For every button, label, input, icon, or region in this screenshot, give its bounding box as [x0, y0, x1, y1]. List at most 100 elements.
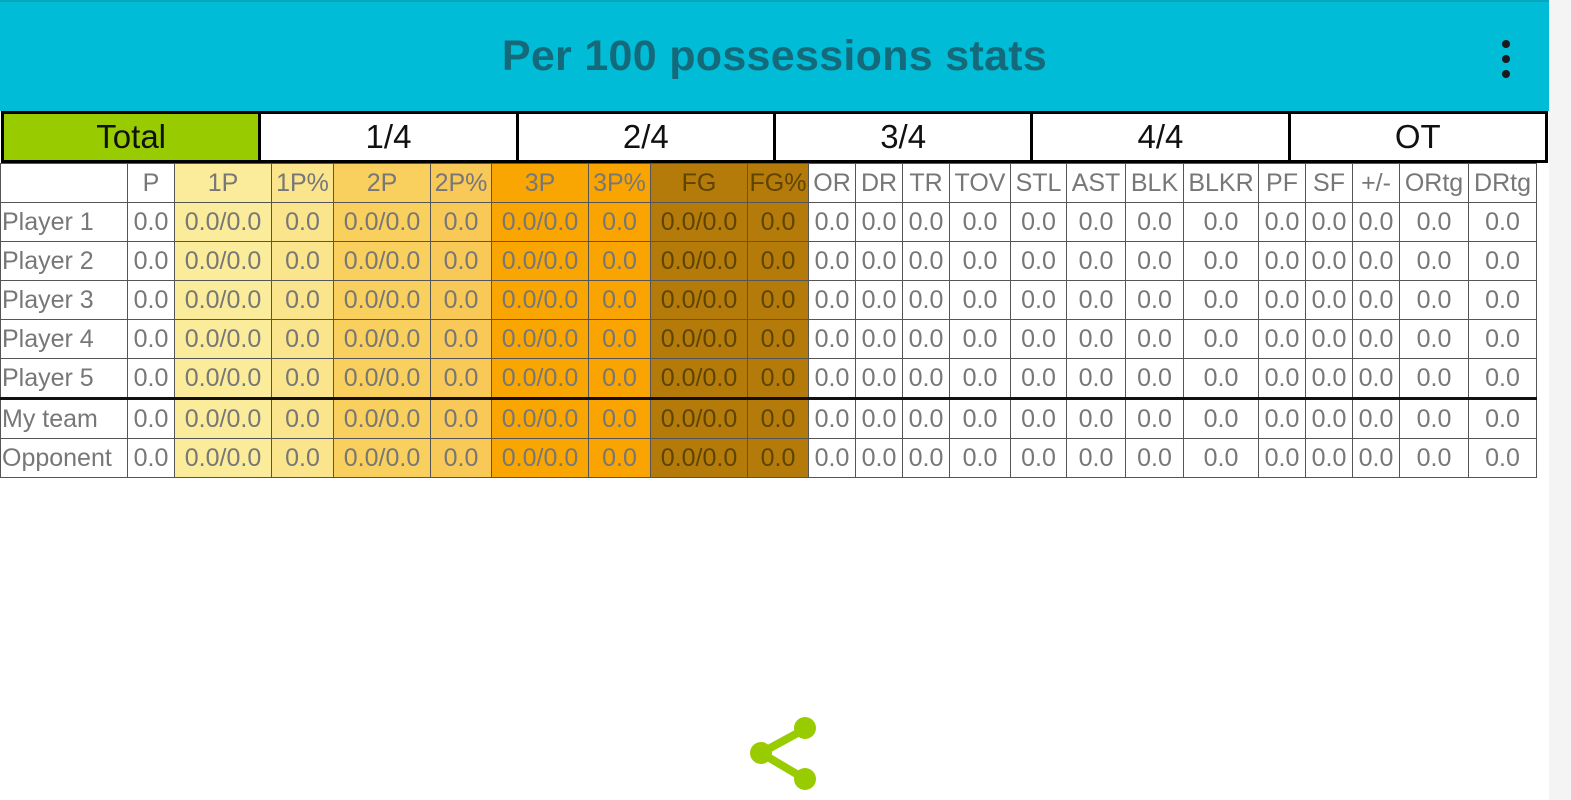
- header-cell-pf: PF: [1258, 163, 1306, 203]
- stat-cell-2p-pct: 0.0: [430, 202, 492, 242]
- stat-cell-pf: 0.0: [1258, 202, 1306, 242]
- header-cell-plus-minus: +/-: [1352, 163, 1400, 203]
- stat-cell-blkr: 0.0: [1183, 397, 1259, 439]
- tab-quarter-2[interactable]: 2/4: [515, 111, 776, 163]
- stat-cell-p: 0.0: [127, 319, 175, 359]
- stat-cell-tr: 0.0: [902, 397, 950, 439]
- stat-cell-1p: 0.0/0.0: [174, 202, 272, 242]
- stat-cell-drtg: 0.0: [1468, 438, 1537, 478]
- stat-cell-fg-pct: 0.0: [747, 358, 809, 399]
- player-row: Player 5 0.0 0.0/0.0 0.0 0.0/0.0 0.0 0.0/0.0 0.…: [0, 358, 1537, 399]
- header-cell-1p-pct: 1P%: [271, 163, 334, 203]
- stat-cell-plus-minus: 0.0: [1352, 280, 1400, 320]
- stat-cell-stl: 0.0: [1010, 358, 1067, 399]
- stat-cell-or: 0.0: [808, 202, 856, 242]
- stat-cell-ast: 0.0: [1066, 202, 1126, 242]
- stat-cell-1p-pct: 0.0: [271, 438, 334, 478]
- stat-cell-blkr: 0.0: [1183, 202, 1259, 242]
- row-name: Player 5: [0, 358, 128, 399]
- stat-cell-plus-minus: 0.0: [1352, 241, 1400, 281]
- stat-cell-2p: 0.0/0.0: [333, 438, 431, 478]
- stat-cell-drtg: 0.0: [1468, 241, 1537, 281]
- stat-cell-fg: 0.0/0.0: [650, 280, 748, 320]
- stats-table: P 1P 1P% 2P 2P% 3P 3P% FG FG% OR DR TR TOV STL AST BLK B…: [0, 163, 1537, 478]
- header-cell-stl: STL: [1010, 163, 1067, 203]
- stat-cell-tov: 0.0: [949, 397, 1011, 439]
- scroll-edge: [1549, 0, 1571, 800]
- stat-cell-stl: 0.0: [1010, 280, 1067, 320]
- stat-cell-1p: 0.0/0.0: [174, 280, 272, 320]
- stat-cell-blkr: 0.0: [1183, 241, 1259, 281]
- stat-cell-pf: 0.0: [1258, 438, 1306, 478]
- tab-quarter-4[interactable]: 4/4: [1030, 111, 1291, 163]
- stat-cell-blk: 0.0: [1125, 319, 1184, 359]
- stat-cell-fg-pct: 0.0: [747, 319, 809, 359]
- stat-cell-1p-pct: 0.0: [271, 319, 334, 359]
- stat-cell-plus-minus: 0.0: [1352, 438, 1400, 478]
- stat-cell-3p-pct: 0.0: [588, 358, 651, 399]
- stat-cell-plus-minus: 0.0: [1352, 319, 1400, 359]
- row-name: Opponent: [0, 438, 128, 478]
- stat-cell-dr: 0.0: [855, 397, 903, 439]
- player-row: Player 1 0.0 0.0/0.0 0.0 0.0/0.0 0.0 0.0/0.0 0.…: [0, 202, 1537, 242]
- more-vert-icon[interactable]: [1494, 40, 1518, 78]
- header-cell-empty: [0, 163, 128, 203]
- stat-cell-ast: 0.0: [1066, 358, 1126, 399]
- stat-cell-fg: 0.0/0.0: [650, 358, 748, 399]
- stat-cell-3p-pct: 0.0: [588, 397, 651, 439]
- header-cell-or: OR: [808, 163, 856, 203]
- header-cell-tov: TOV: [949, 163, 1011, 203]
- stat-cell-fg-pct: 0.0: [747, 397, 809, 439]
- stat-cell-sf: 0.0: [1305, 241, 1353, 281]
- header-cell-sf: SF: [1305, 163, 1353, 203]
- stat-cell-blk: 0.0: [1125, 241, 1184, 281]
- header-cell-blkr: BLKR: [1183, 163, 1259, 203]
- stat-cell-1p-pct: 0.0: [271, 397, 334, 439]
- stat-cell-2p-pct: 0.0: [430, 241, 492, 281]
- stat-cell-1p: 0.0/0.0: [174, 358, 272, 399]
- stat-cell-blkr: 0.0: [1183, 280, 1259, 320]
- stat-cell-2p-pct: 0.0: [430, 319, 492, 359]
- stat-cell-pf: 0.0: [1258, 280, 1306, 320]
- header-cell-dr: DR: [855, 163, 903, 203]
- stat-cell-tov: 0.0: [949, 438, 1011, 478]
- stat-cell-3p-pct: 0.0: [588, 438, 651, 478]
- stat-cell-or: 0.0: [808, 319, 856, 359]
- stat-cell-dr: 0.0: [855, 241, 903, 281]
- stat-cell-stl: 0.0: [1010, 202, 1067, 242]
- header-cell-3p-pct: 3P%: [588, 163, 651, 203]
- stat-cell-fg: 0.0/0.0: [650, 202, 748, 242]
- stat-cell-sf: 0.0: [1305, 202, 1353, 242]
- stats-table-body: Player 1 0.0 0.0/0.0 0.0 0.0/0.0 0.0 0.0/0.0 0.…: [0, 202, 1537, 478]
- stat-cell-stl: 0.0: [1010, 397, 1067, 439]
- stat-cell-plus-minus: 0.0: [1352, 397, 1400, 439]
- page-title: Per 100 possessions stats: [501, 32, 1048, 80]
- stat-cell-drtg: 0.0: [1468, 319, 1537, 359]
- stat-cell-drtg: 0.0: [1468, 280, 1537, 320]
- tab-quarter-1[interactable]: 1/4: [258, 111, 519, 163]
- header-cell-p: P: [127, 163, 175, 203]
- tab-overtime[interactable]: OT: [1287, 111, 1548, 163]
- row-name: My team: [0, 397, 128, 439]
- stats-table-header: P 1P 1P% 2P 2P% 3P 3P% FG FG% OR DR TR TOV STL AST BLK B…: [0, 163, 1537, 203]
- app-bar: Per 100 possessions stats: [0, 0, 1549, 111]
- header-cell-fg: FG: [650, 163, 748, 203]
- stat-cell-p: 0.0: [127, 202, 175, 242]
- stat-cell-blkr: 0.0: [1183, 358, 1259, 399]
- stat-cell-1p-pct: 0.0: [271, 202, 334, 242]
- stat-cell-fg-pct: 0.0: [747, 202, 809, 242]
- player-row: Player 4 0.0 0.0/0.0 0.0 0.0/0.0 0.0 0.0/0.0 0.…: [0, 319, 1537, 359]
- stat-cell-drtg: 0.0: [1468, 397, 1537, 439]
- tab-quarter-3[interactable]: 3/4: [772, 111, 1034, 163]
- stat-cell-blk: 0.0: [1125, 438, 1184, 478]
- stat-cell-1p: 0.0/0.0: [174, 397, 272, 439]
- share-icon[interactable]: [747, 715, 823, 795]
- stat-cell-ast: 0.0: [1066, 397, 1126, 439]
- tab-total[interactable]: Total: [1, 111, 262, 163]
- stat-cell-2p-pct: 0.0: [430, 438, 492, 478]
- row-name: Player 4: [0, 319, 128, 359]
- stat-cell-p: 0.0: [127, 280, 175, 320]
- stat-cell-blk: 0.0: [1125, 202, 1184, 242]
- stat-cell-p: 0.0: [127, 241, 175, 281]
- stat-cell-3p: 0.0/0.0: [491, 319, 589, 359]
